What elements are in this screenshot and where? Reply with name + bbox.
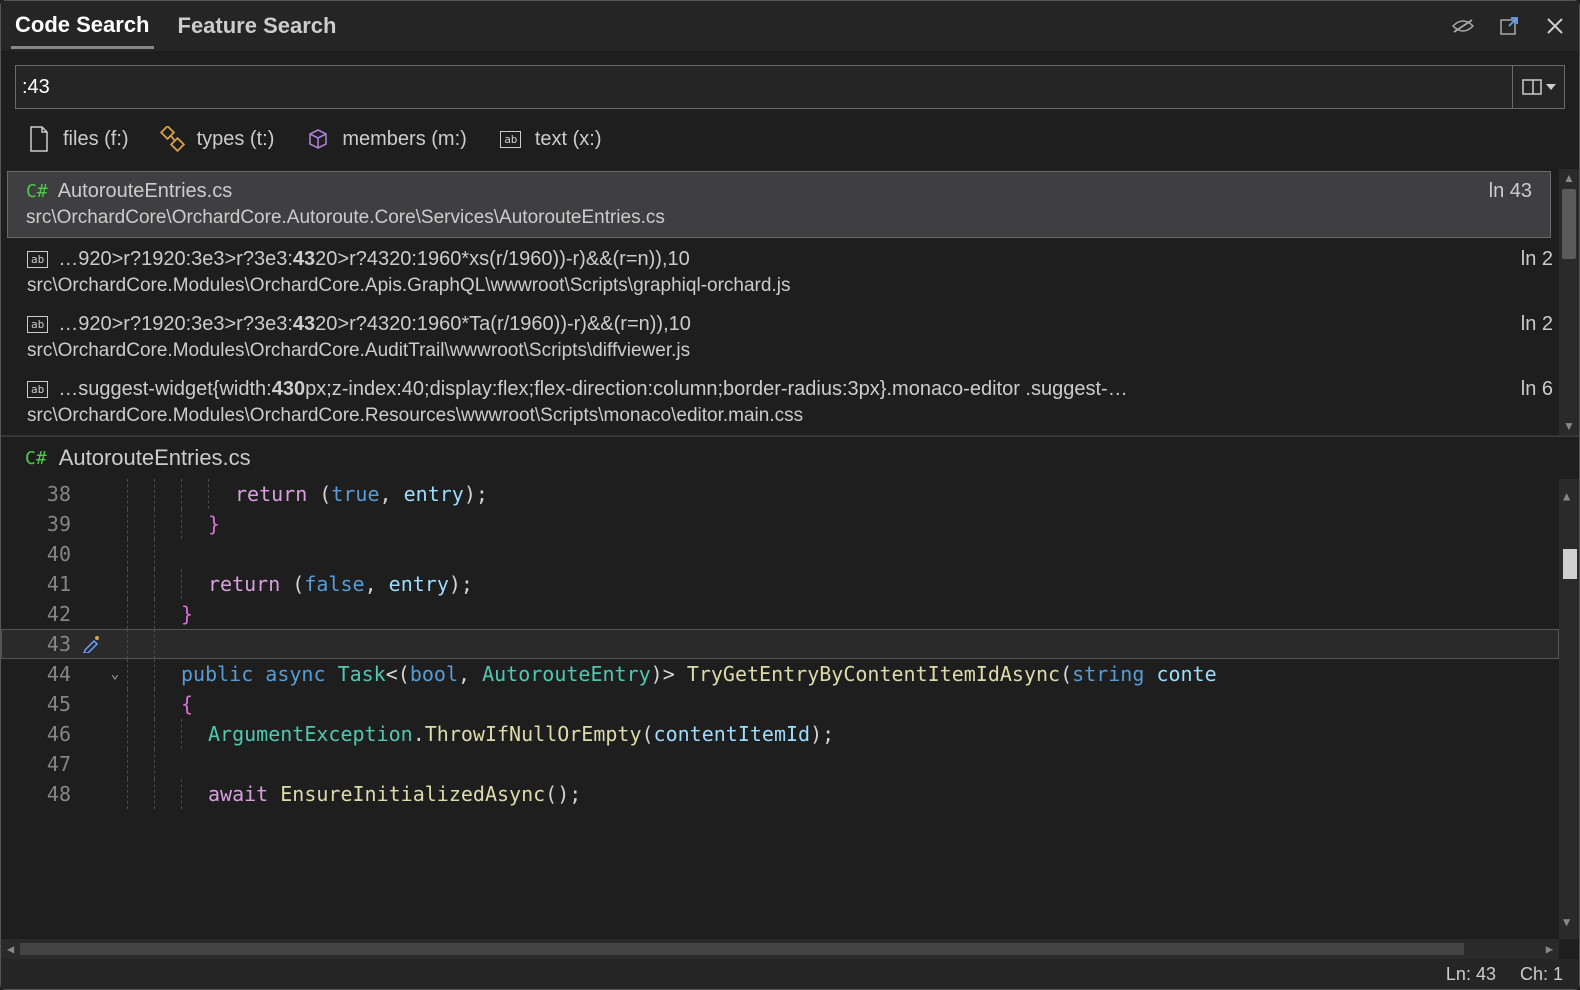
result-item[interactable]: ab …920>r?1920:3e3>r?3e3:4320>r?4320:1960… [1, 240, 1579, 305]
status-line: Ln: 43 [1446, 964, 1496, 985]
search-input[interactable] [22, 76, 1506, 99]
text-match-icon: ab [27, 381, 48, 398]
csharp-badge-icon: C# [25, 448, 47, 469]
text-match-icon: ab [27, 251, 48, 268]
result-title: …suggest-widget{width:430px;z-index:40;d… [58, 378, 1127, 401]
fold-chevron-icon[interactable]: ⌄ [111, 659, 119, 689]
result-line-number: ln 2 [1521, 313, 1553, 336]
line-number: 44 [1, 659, 79, 689]
result-line-number: ln 2 [1521, 248, 1553, 271]
result-item[interactable]: C# AutorouteEntries.cs ln 43 src\OrchardCor… [7, 171, 1551, 238]
filter-files-label: files (f:) [63, 128, 129, 151]
code-line[interactable]: 48await EnsureInitializedAsync(); [1, 779, 1559, 809]
result-title: …920>r?1920:3e3>r?3e3:4320>r?4320:1960*x… [58, 248, 690, 271]
code-line[interactable]: 46ArgumentException.ThrowIfNullOrEmpty(c… [1, 719, 1559, 749]
status-column: Ch: 1 [1520, 964, 1563, 985]
csharp-badge-icon: C# [26, 181, 48, 202]
result-line-number: ln 6 [1521, 378, 1553, 401]
line-number: 39 [1, 509, 79, 539]
chevron-down-icon [1546, 84, 1556, 90]
tab-code-search[interactable]: Code Search [11, 4, 154, 49]
result-item[interactable]: ab …suggest-widget{width:430px;z-index:40… [1, 370, 1579, 435]
close-icon[interactable] [1541, 12, 1569, 40]
tab-feature-search[interactable]: Feature Search [174, 5, 341, 47]
text-match-icon: ab [27, 316, 48, 333]
filter-types[interactable]: types (t:) [159, 125, 275, 153]
code-line[interactable]: 40 [1, 539, 1559, 569]
filter-files[interactable]: files (f:) [25, 125, 129, 153]
result-path: src\OrchardCore.Modules\OrchardCore.Audi… [27, 340, 1553, 362]
editor-horizontal-scrollbar[interactable]: ◀ ▶ [1, 939, 1559, 959]
line-number: 42 [1, 599, 79, 629]
open-external-icon[interactable] [1495, 12, 1523, 40]
code-line[interactable]: 44⌄public async Task<(bool, AutorouteEnt… [1, 659, 1559, 689]
filter-text-label: text (x:) [535, 128, 602, 151]
code-line[interactable]: 42} [1, 599, 1559, 629]
line-number: 47 [1, 749, 79, 779]
code-line[interactable]: 39} [1, 509, 1559, 539]
layout-dropdown-button[interactable] [1513, 65, 1565, 109]
result-path: src\OrchardCore.Modules\OrchardCore.Apis… [27, 275, 1553, 297]
result-item[interactable]: ab …920>r?1920:3e3>r?3e3:4320>r?4320:1960… [1, 305, 1579, 370]
text-icon: ab [497, 125, 525, 153]
filter-members-label: members (m:) [342, 128, 466, 151]
line-number: 48 [1, 779, 79, 809]
line-number: 45 [1, 689, 79, 719]
members-icon [304, 125, 332, 153]
preview-header: C# AutorouteEntries.cs [1, 436, 1579, 479]
status-bar: Ln: 43 Ch: 1 [1, 959, 1579, 989]
editor-vertical-scrollbar[interactable]: ▲ ▼ [1559, 479, 1579, 939]
preview-filename: AutorouteEntries.cs [59, 445, 251, 471]
code-line[interactable]: 45{ [1, 689, 1559, 719]
line-number: 40 [1, 539, 79, 569]
results-scrollbar[interactable]: ▲ ▼ [1559, 169, 1579, 435]
preview-toggle-icon[interactable] [1449, 12, 1477, 40]
result-title: …920>r?1920:3e3>r?3e3:4320>r?4320:1960*T… [58, 313, 691, 336]
results-list: C# AutorouteEntries.cs ln 43 src\OrchardCor… [1, 171, 1579, 435]
line-number: 41 [1, 569, 79, 599]
filter-text[interactable]: ab text (x:) [497, 125, 602, 153]
file-icon [25, 125, 53, 153]
code-line[interactable]: 43 [1, 629, 1559, 659]
line-number: 43 [1, 629, 79, 659]
line-number: 46 [1, 719, 79, 749]
result-title: AutorouteEntries.cs [58, 180, 233, 203]
search-input-container [15, 65, 1513, 109]
types-icon [159, 125, 187, 153]
code-line[interactable]: 38return (true, entry); [1, 479, 1559, 509]
line-number: 38 [1, 479, 79, 509]
result-path: src\OrchardCore.Modules\OrchardCore.Reso… [27, 405, 1553, 427]
result-line-number: ln 43 [1489, 180, 1532, 203]
glyph-margin-icon [79, 635, 103, 653]
code-line[interactable]: 41return (false, entry); [1, 569, 1559, 599]
filter-types-label: types (t:) [197, 128, 275, 151]
code-line[interactable]: 47 [1, 749, 1559, 779]
code-editor[interactable]: 38return (true, entry);39}4041return (fa… [1, 479, 1559, 939]
filter-members[interactable]: members (m:) [304, 125, 466, 153]
result-path: src\OrchardCore\OrchardCore.Autoroute.Co… [26, 207, 1532, 229]
